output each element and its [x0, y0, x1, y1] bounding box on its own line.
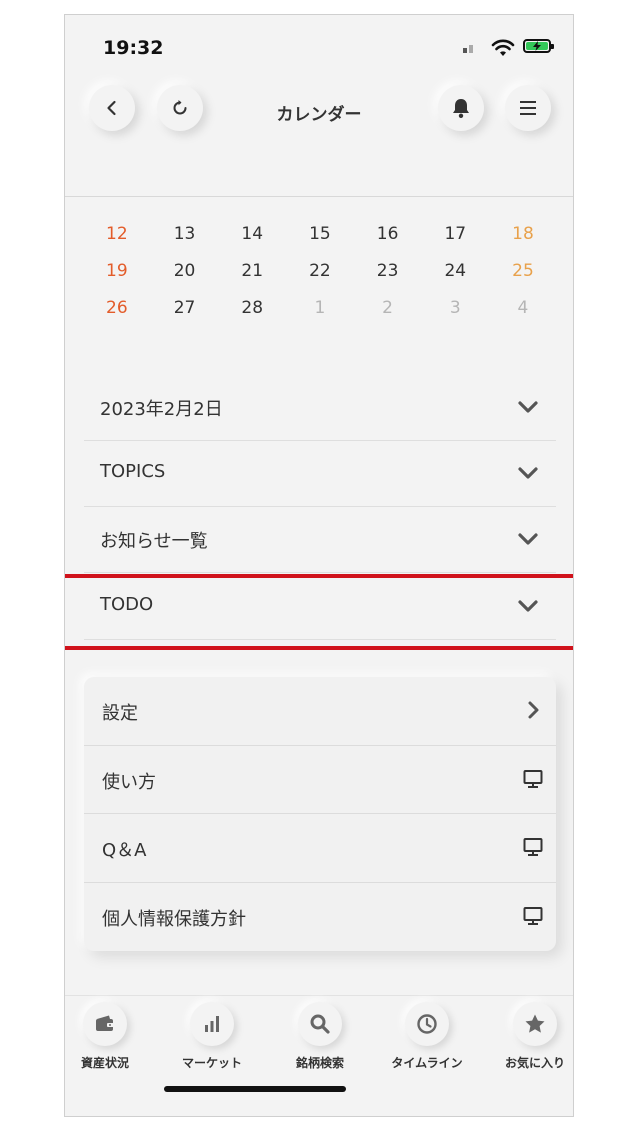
calendar-day[interactable]: 22	[286, 261, 354, 281]
menu-button[interactable]	[505, 85, 551, 131]
calendar-day[interactable]: 21	[218, 261, 286, 281]
calendar-day[interactable]: 19	[83, 261, 151, 281]
tab-label: マーケット	[181, 1056, 242, 1070]
page-title: カレンダー	[276, 105, 362, 125]
calendar-day-next-month[interactable]: 2	[354, 298, 422, 318]
accordion-label: お知らせ一覧	[100, 531, 208, 552]
accordion-notices[interactable]: お知らせ一覧	[84, 507, 556, 573]
calendar-day[interactable]: 13	[151, 224, 219, 244]
chevron-down-icon	[518, 533, 538, 545]
tab-label: タイムライン	[391, 1056, 463, 1070]
calendar-day[interactable]: 25	[489, 261, 557, 281]
tab-favorites[interactable]: お気に入り	[485, 1002, 573, 1071]
calendar-day-next-month[interactable]: 3	[421, 298, 489, 318]
status-bar: 19:32	[65, 15, 573, 75]
settings-menu-card: 設定 使い方 Q＆A 個人情報保護方針	[84, 677, 556, 951]
highlight-box	[65, 574, 573, 650]
phone-screen: 19:32 カレンダー 12 13 14 15 16 17 18 19 20 2…	[64, 14, 574, 1117]
tab-icon-circle	[405, 1002, 449, 1046]
tab-icon-circle	[83, 1002, 127, 1046]
calendar-day[interactable]: 20	[151, 261, 219, 281]
calendar-day[interactable]: 28	[218, 298, 286, 318]
menu-item-privacy-policy[interactable]: 個人情報保護方針	[84, 883, 556, 952]
header: カレンダー	[65, 85, 573, 145]
menu-item-label: 使い方	[102, 771, 156, 793]
star-icon	[525, 1014, 545, 1033]
tab-label: お気に入り	[504, 1056, 565, 1070]
tab-market[interactable]: マーケット	[162, 1002, 262, 1071]
tab-label: 銘柄検索	[295, 1056, 344, 1070]
calendar-day[interactable]: 27	[151, 298, 219, 318]
accordion-label: TOPICS	[100, 461, 166, 482]
tab-label: 資産状況	[80, 1056, 129, 1070]
tab-icon-circle	[190, 1002, 234, 1046]
calendar-week: 12 13 14 15 16 17 18	[83, 215, 557, 252]
menu-item-faq[interactable]: Q＆A	[84, 814, 556, 883]
menu-item-label: 設定	[102, 703, 138, 724]
calendar-day[interactable]: 12	[83, 224, 151, 244]
wifi-icon	[491, 39, 515, 56]
calendar-day[interactable]: 18	[489, 224, 557, 244]
chevron-down-icon	[518, 401, 538, 413]
menu-item-how-to-use[interactable]: 使い方	[84, 746, 556, 814]
notification-button[interactable]	[438, 85, 484, 131]
calendar-day-next-month[interactable]: 1	[286, 298, 354, 318]
wallet-icon	[96, 1015, 114, 1031]
cellular-signal-icon	[463, 45, 477, 53]
battery-icon	[523, 39, 554, 53]
hamburger-menu-icon	[520, 101, 536, 115]
tab-assets[interactable]: 資産状況	[65, 1002, 155, 1071]
monitor-icon	[523, 838, 543, 856]
calendar-day[interactable]: 26	[83, 298, 151, 318]
clock-icon	[417, 1014, 437, 1034]
accordion-date[interactable]: 2023年2月2日	[84, 375, 556, 441]
menu-item-label: 個人情報保護方針	[102, 908, 246, 930]
calendar-day[interactable]: 24	[421, 261, 489, 281]
bar-chart-icon	[205, 1016, 219, 1032]
menu-item-label: Q＆A	[102, 840, 147, 861]
calendar-day[interactable]: 23	[354, 261, 422, 281]
search-icon	[310, 1014, 330, 1034]
menu-item-settings[interactable]: 設定	[84, 677, 556, 746]
monitor-icon	[523, 906, 543, 925]
chevron-down-icon	[518, 467, 538, 479]
status-time: 19:32	[103, 37, 164, 59]
accordion-label: 2023年2月2日	[100, 399, 223, 420]
tab-icon-circle	[513, 1002, 557, 1046]
header-divider	[65, 196, 573, 197]
chevron-right-icon	[528, 701, 539, 719]
monitor-icon	[523, 769, 543, 788]
calendar-day[interactable]: 17	[421, 224, 489, 244]
calendar-day[interactable]: 15	[286, 224, 354, 244]
bell-icon	[453, 99, 469, 118]
accordion-topics[interactable]: TOPICS	[84, 441, 556, 507]
tab-stock-search[interactable]: 銘柄検索	[270, 1002, 370, 1071]
tab-icon-circle	[298, 1002, 342, 1046]
calendar-day[interactable]: 16	[354, 224, 422, 244]
tab-timeline[interactable]: タイムライン	[377, 1002, 477, 1071]
calendar-day-next-month[interactable]: 4	[489, 298, 557, 318]
home-indicator	[164, 1086, 346, 1092]
calendar-week: 19 20 21 22 23 24 25	[83, 252, 557, 289]
calendar-day[interactable]: 14	[218, 224, 286, 244]
calendar-grid: 12 13 14 15 16 17 18 19 20 21 22 23 24 2…	[83, 215, 557, 326]
bottom-tab-bar: 資産状況 マーケット 銘柄検索 タイムライン お気に入り	[65, 995, 573, 1116]
calendar-week: 26 27 28 1 2 3 4	[83, 289, 557, 326]
